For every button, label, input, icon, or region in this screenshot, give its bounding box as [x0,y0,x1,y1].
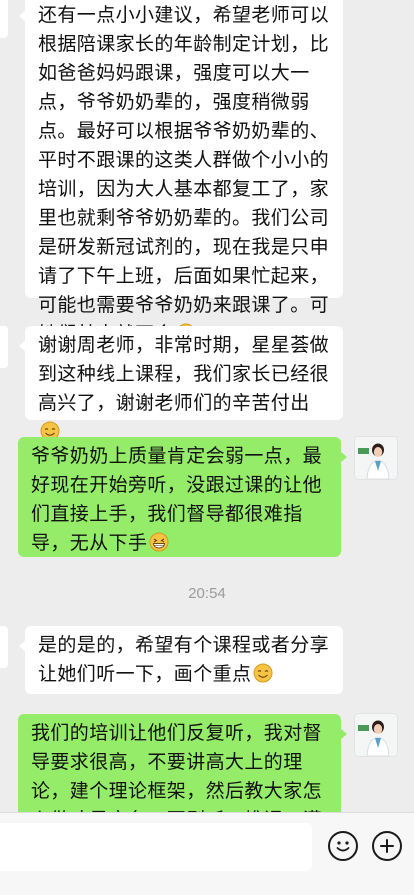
my-avatar[interactable] [355,714,397,756]
message-text: 爷爷奶奶上质量肯定会弱一点，最好现在开始旁听，没跟过课的让他们直接上手，我们督导… [31,445,323,554]
emoji-face-icon [336,841,350,852]
sender-avatar[interactable] [0,326,8,368]
person-avatar-icon [355,437,397,479]
timestamp: 20:54 [188,585,226,602]
input-bar [0,812,414,895]
message-bubble[interactable]: 还有一点小小建议，希望老师可以根据陪课家长的年龄制定计划，比如爸爸妈妈跟课，强度… [19,0,343,345]
message-bubble[interactable]: 爷爷奶奶上质量肯定会弱一点，最好现在开始旁听，没跟过课的让他们直接上手，我们督导… [18,437,347,557]
message-bubble[interactable]: 我们的培训让他们反复听，我对督导要求很高，不要讲高大上的理论，建个理论框架，然后… [18,714,347,812]
more-button[interactable] [372,831,402,861]
sender-avatar[interactable] [0,0,8,38]
message-text: 谢谢周老师，非常时期，星星荟做到这种线上课程，我们家长已经很高兴了，谢谢老师们的… [38,334,330,414]
grin-emoji-icon [149,532,169,552]
person-avatar-icon [355,714,397,756]
sender-avatar[interactable] [0,626,8,668]
message-text: 还有一点小小建议，希望老师可以根据陪课家长的年龄制定计划，比如爸爸妈妈跟课，强度… [38,4,330,345]
message-bubble[interactable]: 是的是的，希望有个课程或者分享让她们听一下，画个重点 [19,626,343,694]
chat-history[interactable]: 还有一点小小建议，希望老师可以根据陪课家长的年龄制定计划，比如爸爸妈妈跟课，强度… [0,0,414,812]
smile-emoji-icon [253,663,273,683]
my-avatar[interactable] [355,437,397,479]
message-input[interactable] [0,823,312,871]
message-text: 是的是的，希望有个课程或者分享让她们听一下，画个重点 [38,634,330,685]
message-bubble[interactable]: 谢谢周老师，非常时期，星星荟做到这种线上课程，我们家长已经很高兴了，谢谢老师们的… [19,326,343,441]
emoji-button[interactable] [328,831,358,861]
message-text: 我们的培训让他们反复听，我对督导要求很高，不要讲高大上的理论，建个理论框架，然后… [31,722,323,812]
